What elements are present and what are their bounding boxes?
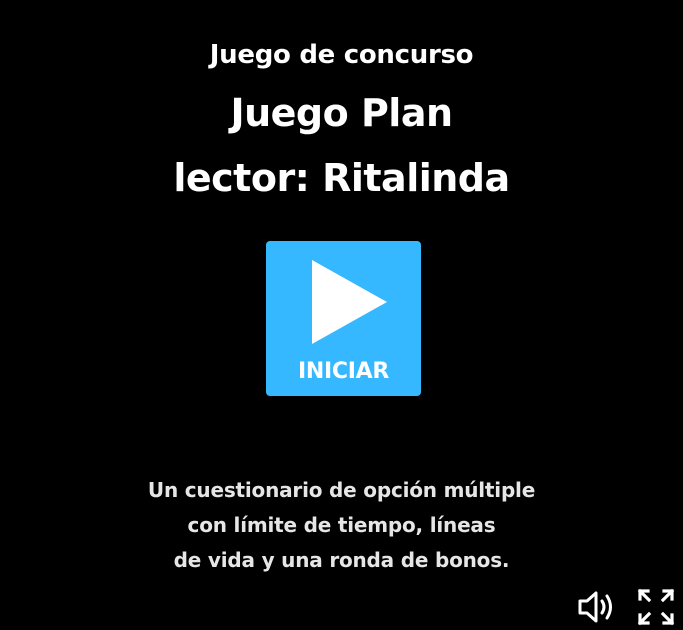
game-stage: Juego de concurso Juego Plan lector: Rit… xyxy=(0,0,683,630)
speaker-icon[interactable] xyxy=(578,590,616,624)
start-button[interactable]: INICIAR xyxy=(266,241,421,396)
fullscreen-icon[interactable] xyxy=(637,588,675,626)
play-icon xyxy=(312,260,387,344)
game-description: Un cuestionario de opción múltiple con l… xyxy=(0,474,683,579)
game-title-line-1: Juego Plan xyxy=(230,91,453,135)
game-type-label: Juego de concurso xyxy=(209,40,474,70)
game-title-line-2: lector: Ritalinda xyxy=(173,156,510,200)
description-line-2: con límite de tiempo, líneas xyxy=(187,513,496,537)
start-button-label: INICIAR xyxy=(298,359,389,384)
description-line-3: de vida y una ronda de bonos. xyxy=(173,548,510,572)
description-line-1: Un cuestionario de opción múltiple xyxy=(147,478,536,502)
